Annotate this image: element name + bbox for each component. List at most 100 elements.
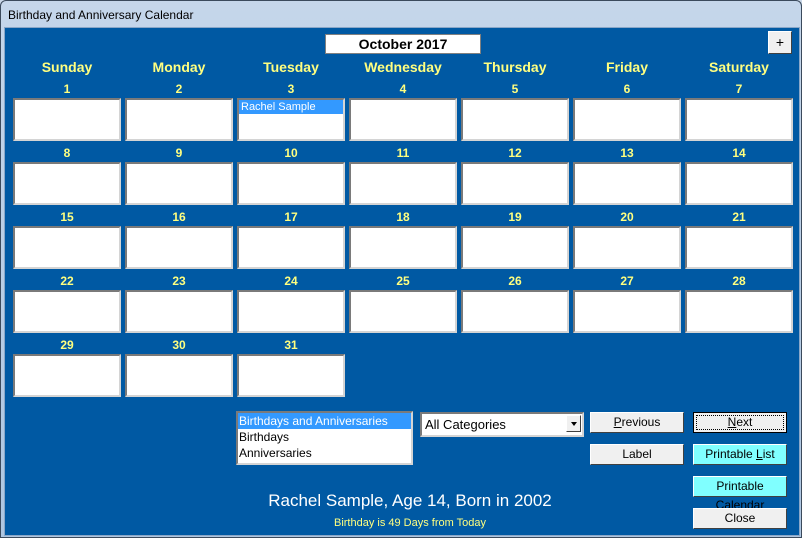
listbox-item[interactable]: Birthdays and Anniversaries	[238, 413, 411, 429]
btn-text: ext	[736, 415, 753, 429]
day-number: 23	[172, 274, 186, 288]
day-cell[interactable]	[125, 354, 233, 397]
day-number: 26	[508, 274, 522, 288]
day-number: 8	[63, 146, 71, 160]
day-cell[interactable]	[573, 290, 681, 333]
day-number: 22	[60, 274, 74, 288]
day-number: 4	[399, 82, 407, 96]
weekday-header: Thursday	[483, 59, 547, 75]
month-title: October 2017	[325, 34, 481, 54]
days-until-birthday: Birthday is 49 Days from Today	[333, 517, 487, 529]
day-cell[interactable]	[125, 226, 233, 269]
btn-text: Label	[622, 447, 652, 461]
btn-text: Printable	[705, 447, 756, 461]
calendar-entry[interactable]: Rachel Sample	[239, 100, 343, 114]
day-cell[interactable]	[461, 162, 569, 205]
day-cell[interactable]	[13, 162, 121, 205]
day-number: 18	[396, 210, 410, 224]
app-window: Birthday and Anniversary Calendar Octobe…	[0, 0, 802, 538]
day-cell[interactable]	[237, 226, 345, 269]
day-number: 12	[508, 146, 522, 160]
day-number: 24	[284, 274, 298, 288]
day-number: 1	[63, 82, 71, 96]
printable-list-button[interactable]: Printable List	[693, 444, 787, 465]
day-cell[interactable]	[13, 226, 121, 269]
close-button[interactable]: Close	[693, 508, 787, 529]
printable-calendar-button[interactable]: Printable Calendar	[693, 476, 787, 512]
day-cell[interactable]	[685, 162, 793, 205]
day-cell[interactable]	[573, 226, 681, 269]
day-number: 29	[60, 338, 74, 352]
day-number: 28	[732, 274, 746, 288]
day-cell[interactable]	[13, 98, 121, 141]
next-button[interactable]: Next	[693, 412, 787, 433]
weekday-header: Saturday	[709, 59, 769, 75]
day-number: 14	[732, 146, 746, 160]
day-cell[interactable]: Rachel Sample	[237, 98, 345, 141]
day-cell[interactable]	[125, 290, 233, 333]
title-bar[interactable]: Birthday and Anniversary Calendar	[1, 1, 801, 27]
day-number: 25	[396, 274, 410, 288]
day-number: 11	[396, 146, 410, 160]
weekday-header: Wednesday	[364, 59, 442, 75]
day-cell[interactable]	[685, 290, 793, 333]
day-cell[interactable]	[237, 162, 345, 205]
weekday-header: Tuesday	[263, 59, 319, 75]
btn-text: Printable	[716, 479, 764, 493]
weekday-header: Sunday	[41, 59, 93, 75]
day-number: 30	[172, 338, 186, 352]
day-number: 13	[620, 146, 634, 160]
btn-text: revious	[621, 415, 661, 429]
day-number: 16	[172, 210, 186, 224]
day-number: 9	[175, 146, 183, 160]
label-button[interactable]: Label	[590, 444, 684, 465]
day-number: 21	[732, 210, 746, 224]
day-cell[interactable]	[461, 226, 569, 269]
previous-button[interactable]: Previous	[590, 412, 684, 433]
day-cell[interactable]	[461, 290, 569, 333]
day-cell[interactable]	[125, 98, 233, 141]
day-cell[interactable]	[13, 290, 121, 333]
day-number: 10	[284, 146, 298, 160]
day-number: 19	[508, 210, 522, 224]
day-cell[interactable]	[349, 162, 457, 205]
day-cell[interactable]	[573, 98, 681, 141]
event-type-listbox[interactable]: Birthdays and Anniversaries Birthdays An…	[236, 411, 413, 465]
day-cell[interactable]	[685, 98, 793, 141]
day-cell[interactable]	[349, 98, 457, 141]
day-number: 27	[620, 274, 634, 288]
listbox-item[interactable]: Birthdays	[238, 429, 411, 445]
day-number: 3	[287, 82, 295, 96]
day-cell[interactable]	[573, 162, 681, 205]
day-cell[interactable]	[349, 226, 457, 269]
day-cell[interactable]	[237, 290, 345, 333]
chevron-down-icon[interactable]	[566, 415, 581, 432]
day-cell[interactable]	[461, 98, 569, 141]
day-number: 31	[284, 338, 298, 352]
day-number: 6	[623, 82, 631, 96]
day-cell[interactable]	[13, 354, 121, 397]
day-cell[interactable]	[349, 290, 457, 333]
day-number: 2	[175, 82, 183, 96]
window-title: Birthday and Anniversary Calendar	[8, 8, 194, 22]
day-number: 5	[511, 82, 519, 96]
weekday-header: Monday	[152, 59, 206, 75]
category-dropdown[interactable]: All Categories	[420, 412, 584, 437]
listbox-item[interactable]: Anniversaries	[238, 445, 411, 461]
btn-text: ist	[762, 447, 775, 461]
add-button[interactable]: +	[768, 31, 792, 54]
day-number: 15	[60, 210, 74, 224]
calendar-panel: October 2017 + Birthdays and Anniversari…	[4, 27, 800, 536]
category-dropdown-value: All Categories	[425, 417, 506, 432]
day-number: 20	[620, 210, 634, 224]
day-number: 7	[735, 82, 743, 96]
day-cell[interactable]	[125, 162, 233, 205]
weekday-header: Friday	[605, 59, 648, 75]
day-cell[interactable]	[685, 226, 793, 269]
btn-mnemonic: P	[613, 415, 622, 429]
selected-person-info: Rachel Sample, Age 14, Born in 2002	[268, 491, 552, 510]
btn-mnemonic: L	[756, 447, 763, 461]
day-cell[interactable]	[237, 354, 345, 397]
day-number: 17	[284, 210, 298, 224]
btn-text: Close	[724, 511, 756, 525]
